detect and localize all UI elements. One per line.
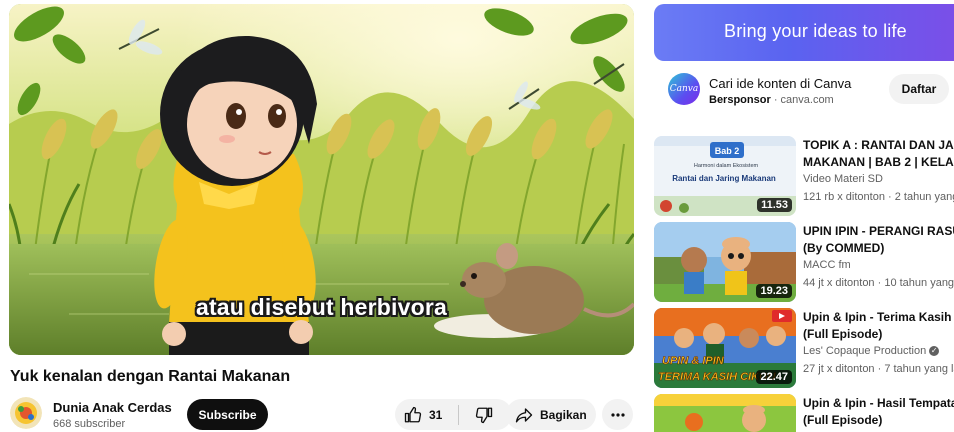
recommendation-thumbnail[interactable]	[654, 394, 796, 432]
recommendation-item[interactable]: Upin & Ipin - Hasil Tempatan (Full Episo…	[654, 394, 954, 432]
thumbs-down-icon	[475, 407, 493, 423]
title-line-2: (Full Episode)	[803, 327, 883, 341]
verified-check-icon: ✓	[929, 346, 940, 357]
recommendation-thumbnail[interactable]: Bab 2 Harmoni dalam Ekosistem Rantai dan…	[654, 136, 796, 216]
recommendation-item[interactable]: 19.23 UPIN IPIN - PERANGI RASUA (By COMM…	[654, 222, 954, 302]
recommendation-stats: 44 jt x ditonton · 10 tahun yang la	[803, 277, 954, 289]
thumbnail-subtitle-text: Harmoni dalam Ekosistem	[694, 163, 759, 169]
like-dislike-group: 31	[395, 399, 512, 430]
recommendation-item[interactable]: UPIN & IPIN TERIMA KASIH CIKGU 22.47 Upi…	[654, 308, 954, 388]
recommendation-title[interactable]: Upin & Ipin - Terima Kasih Cil (Full Epi…	[803, 309, 954, 343]
title-line-1: Upin & Ipin - Terima Kasih Cil	[803, 310, 954, 324]
ad-banner-text: Bring your ideas to life	[724, 21, 907, 41]
title-line-2: (By COMMED)	[803, 241, 885, 255]
video-player[interactable]: atau disebut herbivora	[9, 4, 634, 355]
recommendation-thumbnail[interactable]: UPIN & IPIN TERIMA KASIH CIKGU 22.47	[654, 308, 796, 388]
subscribe-button[interactable]: Subscribe	[187, 399, 268, 430]
like-button[interactable]: 31	[395, 399, 458, 430]
title-line-2: (Full Episode)	[803, 413, 883, 427]
dislike-button[interactable]	[459, 399, 509, 430]
youtube-watch-page: atau disebut herbivora Yuk kenalan denga…	[0, 0, 954, 432]
video-duration: 11.53	[757, 198, 792, 212]
channel-name-text: Les' Copaque Production	[803, 345, 927, 357]
recommendation-title[interactable]: TOPIK A : RANTAI DAN JARIN MAKANAN | BAB…	[803, 137, 954, 171]
ad-banner[interactable]: Bring your ideas to life	[654, 4, 954, 61]
thumbnail-image	[654, 394, 796, 432]
recommendation-channel[interactable]: Les' Copaque Production ✓	[803, 345, 940, 357]
video-subtitle: atau disebut herbivora	[195, 294, 448, 320]
like-count: 31	[429, 407, 443, 422]
recommendation-title[interactable]: UPIN IPIN - PERANGI RASUA (By COMMED)	[803, 223, 954, 257]
thumbnail-topic-text: Rantai dan Jaring Makanan	[672, 174, 776, 183]
video-duration: 19.23	[756, 284, 792, 298]
recommendation-title[interactable]: Upin & Ipin - Hasil Tempatan (Full Episo…	[803, 395, 954, 429]
recommendation-item[interactable]: Bab 2 Harmoni dalam Ekosistem Rantai dan…	[654, 136, 954, 216]
recommendation-channel[interactable]: MACC fm	[803, 259, 851, 271]
title-line-1: UPIN IPIN - PERANGI RASUA	[803, 224, 954, 238]
channel-name[interactable]: Dunia Anak Cerdas	[53, 400, 172, 415]
ad-title[interactable]: Cari ide konten di Canva	[709, 76, 851, 91]
recommendation-thumbnail[interactable]: 19.23	[654, 222, 796, 302]
share-label: Bagikan	[540, 407, 587, 422]
more-actions-button[interactable]	[602, 399, 633, 430]
share-arrow-icon	[515, 407, 533, 422]
video-duration: 22.47	[756, 370, 792, 384]
title-line-2: MAKANAN | BAB 2 | KELAS 5	[803, 155, 954, 169]
ad-domain: · canva.com	[773, 94, 834, 106]
ad-sponsored-label: Bersponsor	[709, 94, 771, 106]
avatar-logo-icon	[10, 397, 42, 429]
recommendation-channel[interactable]: Video Materi SD	[803, 173, 883, 185]
more-horizontal-icon	[610, 412, 625, 417]
canva-logo-icon: Canva	[668, 73, 700, 105]
title-line-1: Upin & Ipin - Hasil Tempatan	[803, 396, 954, 410]
thumbnail-show-text: UPIN & IPIN	[662, 355, 725, 367]
recommendation-stats: 121 rb x ditonton · 2 tahun yang la	[803, 191, 954, 203]
ad-signup-button[interactable]: Daftar	[889, 74, 949, 104]
subscriber-count: 668 subscriber	[53, 418, 126, 430]
thumbs-up-icon	[404, 406, 422, 422]
video-title: Yuk kenalan dengan Rantai Makanan	[10, 368, 291, 385]
recommendation-stats: 27 jt x ditonton · 7 tahun yang lalu	[803, 363, 954, 375]
channel-avatar[interactable]	[10, 397, 42, 429]
thumbnail-chapter-text: Bab 2	[715, 146, 740, 156]
share-button[interactable]: Bagikan	[506, 399, 596, 430]
title-line-1: TOPIK A : RANTAI DAN JARIN	[803, 138, 954, 152]
ad-meta: Bersponsor · canva.com	[709, 94, 834, 106]
